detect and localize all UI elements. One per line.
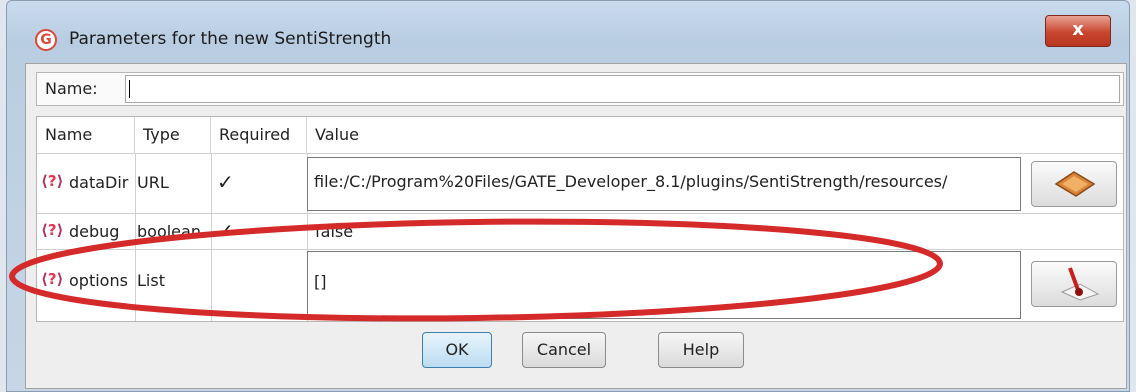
column-divider [211, 153, 212, 321]
header-divider [37, 153, 1123, 154]
value-field[interactable]: file:/C:/Program%20Files/GATE_Developer_… [307, 157, 1021, 211]
param-name: dataDir [69, 173, 129, 192]
param-name: debug [69, 222, 120, 241]
help-parameter-icon: ⟨?⟩ [41, 172, 64, 190]
row-divider [37, 249, 1123, 250]
row-divider [37, 213, 1123, 214]
column-header-type[interactable]: Type [135, 117, 211, 153]
name-input[interactable] [125, 75, 1120, 103]
column-header-value[interactable]: Value [307, 117, 1123, 153]
help-parameter-icon: ⟨?⟩ [41, 221, 64, 239]
name-row: Name: [36, 72, 1124, 106]
column-header-name[interactable]: Name [37, 117, 135, 153]
param-name: options [69, 271, 128, 290]
value-text[interactable]: false [315, 222, 353, 241]
text-caret [129, 80, 130, 98]
title-bar[interactable]: G Parameters for the new SentiStrength [7, 1, 1129, 65]
close-button[interactable]: x [1045, 15, 1111, 47]
required-checkmark: ✓ [217, 170, 234, 194]
value-text: [] [314, 272, 327, 291]
list-edit-button[interactable] [1031, 261, 1117, 307]
ok-button[interactable]: OK [422, 332, 492, 368]
browse-button[interactable] [1031, 161, 1117, 207]
gate-app-icon: G [35, 29, 57, 51]
value-text: file:/C:/Program%20Files/GATE_Developer_… [314, 172, 948, 191]
required-checkmark: ✓ [217, 219, 234, 243]
value-field[interactable]: [] [307, 251, 1021, 319]
param-type: boolean [137, 222, 201, 241]
window-title: Parameters for the new SentiStrength [69, 29, 392, 49]
browse-folder-icon [1054, 171, 1096, 197]
column-header-required[interactable]: Required [211, 117, 307, 153]
cancel-button[interactable]: Cancel [522, 332, 606, 368]
list-edit-icon [1060, 267, 1100, 301]
help-parameter-icon: ⟨?⟩ [41, 270, 64, 288]
help-button[interactable]: Help [658, 332, 744, 368]
column-divider [135, 153, 136, 321]
param-type: URL [137, 173, 169, 192]
dialog-window: G Parameters for the new SentiStrength x… [6, 0, 1130, 392]
dialog-content: Name: Name Type Required Value ⟨?⟩ dataD… [25, 63, 1127, 389]
parameters-table: Name Type Required Value ⟨?⟩ dataDir URL… [36, 116, 1124, 322]
param-type: List [137, 271, 165, 290]
name-label: Name: [45, 79, 98, 98]
